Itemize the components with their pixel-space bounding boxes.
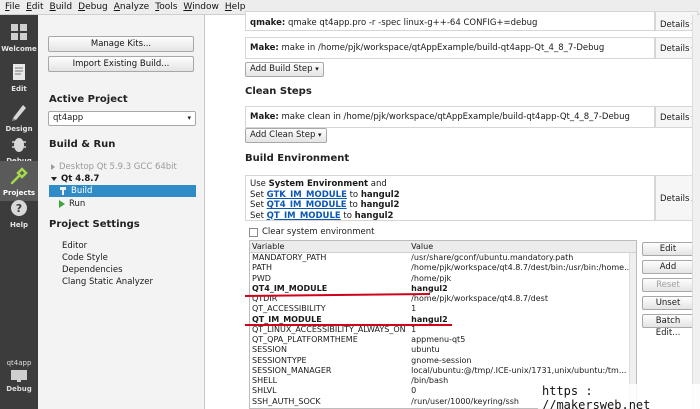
design-icon — [12, 105, 26, 121]
build-settings-panel: qmake: qmake qt4app.pro -r -spec linux-g… — [205, 11, 700, 409]
table-row[interactable]: PATH/home/pjk/workspace/qt4.8.7/dest/bin… — [250, 263, 636, 273]
menu-build[interactable]: Build — [47, 2, 76, 12]
mode-bar: Welcome Edit Design Debug Projects ? Hel… — [0, 15, 38, 409]
debug-icon — [12, 138, 26, 152]
qmake-step: qmake: qmake qt4app.pro -r -spec linux-g… — [245, 11, 655, 31]
mode-help[interactable]: ? Help — [0, 193, 38, 233]
cell-value: 1 — [411, 304, 417, 314]
env-edit-button[interactable]: Edit — [642, 242, 694, 256]
cell-value: 1 — [411, 324, 417, 334]
target-selector[interactable]: qt4app Debug — [0, 359, 38, 393]
menu-debug[interactable]: Debug — [75, 2, 111, 12]
env-add-button[interactable]: Add — [642, 260, 694, 274]
help-icon: ? — [11, 200, 27, 216]
clean-step: Make: make clean in /home/pjk/workspace/… — [245, 106, 655, 128]
cell-value: appmenu-qt5 — [411, 335, 466, 344]
cell-value: /home/pjk/workspace/qt4.8.7/dest — [411, 294, 548, 303]
main-scrollbar[interactable] — [692, 15, 700, 409]
table-row[interactable]: QT_QPA_PLATFORMTHEME appmenu-qt5 — [250, 335, 636, 345]
build-env-title: Build Environment — [245, 153, 350, 164]
table-row[interactable]: QT_LINUX_ACCESSIBILITY_ALWAYS_ON 1 — [250, 325, 636, 335]
table-row[interactable]: MANDATORY_PATH/usr/share/gconf/ubuntu.ma… — [250, 253, 636, 263]
cell-variable: QT4_IM_MODULE — [252, 283, 328, 293]
mode-edit[interactable]: Edit — [0, 57, 38, 97]
svg-text:?: ? — [16, 202, 22, 215]
hammer-icon — [60, 187, 66, 195]
cell-value: hangul2 — [411, 283, 448, 293]
projects-sidebar: Manage Kits... Import Existing Build... … — [38, 15, 205, 409]
kit-build-item[interactable]: Build — [49, 185, 196, 197]
cell-variable: PATH — [252, 263, 273, 273]
settings-editor[interactable]: Editor — [62, 241, 87, 251]
make-step: Make: make in /home/pjk/workspace/qtAppE… — [245, 37, 655, 59]
kit-run-item[interactable]: Run — [59, 199, 85, 209]
cell-variable: SESSION — [252, 345, 287, 355]
cell-variable: SESSION_MANAGER — [252, 365, 332, 375]
add-clean-step-button[interactable]: Add Clean Step ▾ — [245, 128, 327, 143]
project-combo[interactable]: qt4app ▾ — [48, 111, 196, 126]
clean-steps-title: Clean Steps — [245, 86, 312, 97]
chevron-down-icon — [51, 176, 57, 181]
mode-welcome[interactable]: Welcome — [0, 17, 38, 57]
table-row[interactable]: QT_ACCESSIBILITY 1 — [250, 304, 636, 314]
cell-variable: SESSIONTYPE — [252, 355, 307, 365]
annotation-underline-qt — [245, 324, 452, 326]
env-batch-edit-button[interactable]: Batch Edit... — [642, 314, 694, 338]
cell-variable: SSH_AUTH_SOCK — [252, 396, 321, 406]
cell-variable: MANDATORY_PATH — [252, 253, 327, 262]
table-row[interactable]: SESSION_MANAGER local/ubuntu:@/tmp/.ICE-u… — [250, 366, 636, 376]
menu-edit[interactable]: Edit — [23, 2, 46, 12]
settings-code-style[interactable]: Code Style — [62, 253, 108, 263]
table-row[interactable]: QT4_IM_MODULE hangul2 — [250, 284, 636, 294]
edit-icon — [13, 64, 25, 80]
active-project-heading: Active Project — [49, 94, 128, 105]
build-run-heading: Build & Run — [49, 139, 116, 150]
chevron-down-icon: ▾ — [318, 131, 322, 139]
project-settings-heading: Project Settings — [49, 219, 140, 230]
menu-file[interactable]: File — [2, 2, 23, 12]
menu-window[interactable]: Window — [180, 2, 222, 12]
env-unset-button[interactable]: Unset — [642, 296, 694, 310]
kit-qt487[interactable]: Qt 4.8.7 — [51, 174, 99, 184]
add-build-step-button[interactable]: Add Build Step ▾ — [245, 62, 324, 77]
table-row[interactable]: SESSION ubuntu — [250, 345, 636, 355]
cell-variable: QT_ACCESSIBILITY — [252, 304, 326, 314]
menu-tools[interactable]: Tools — [152, 2, 180, 12]
column-header-variable[interactable]: Variable — [250, 241, 409, 252]
settings-dependencies[interactable]: Dependencies — [62, 265, 123, 275]
projects-icon — [10, 167, 28, 185]
table-header: Variable Value — [250, 241, 636, 253]
cell-variable: SHELL — [252, 376, 278, 385]
cell-value: /home/pjk/workspace/qt4.8.7/dest/bin:/us… — [411, 263, 632, 273]
cell-variable: PWD — [252, 273, 271, 283]
cell-value: local/ubuntu:@/tmp/.ICE-unix/1731,unix/u… — [411, 365, 627, 375]
chevron-down-icon: ▾ — [315, 65, 319, 73]
env-summary: Use System Environment and Set GTK_IM_MO… — [245, 175, 655, 221]
env-reset-button[interactable]: Reset — [642, 278, 694, 292]
settings-clang-analyzer[interactable]: Clang Static Analyzer — [62, 277, 153, 287]
table-row[interactable]: SESSIONTYPE gnome-session — [250, 356, 636, 366]
table-row[interactable]: PWD/home/pjk — [250, 274, 636, 284]
watermark: https : //makersweb.net — [538, 384, 700, 409]
cell-value: gnome-session — [411, 355, 472, 365]
column-header-value[interactable]: Value — [409, 241, 636, 252]
cell-value: /usr/share/gconf/ubuntu.mandatory.path — [411, 253, 574, 262]
monitor-icon — [11, 370, 27, 382]
play-icon — [59, 199, 65, 208]
cell-variable: QT_QPA_PLATFORMTHEME — [252, 335, 358, 344]
cell-variable: SHLVL — [252, 386, 277, 396]
cell-variable: QT_LINUX_ACCESSIBILITY_ALWAYS_ON — [252, 324, 406, 334]
clear-system-env-label: Clear system environment — [262, 227, 375, 237]
cell-value: ubuntu — [411, 345, 440, 355]
kit-desktop-qt593[interactable]: Desktop Qt 5.9.3 GCC 64bit — [51, 162, 177, 172]
clear-system-env-checkbox[interactable] — [249, 228, 258, 237]
chevron-right-icon — [51, 163, 55, 170]
manage-kits-button[interactable]: Manage Kits... — [48, 36, 194, 52]
import-build-button[interactable]: Import Existing Build... — [48, 56, 194, 72]
menu-analyze[interactable]: Analyze — [111, 2, 152, 12]
cell-value: /home/pjk — [411, 273, 452, 283]
welcome-icon — [11, 24, 27, 40]
chevron-down-icon: ▾ — [187, 114, 191, 122]
